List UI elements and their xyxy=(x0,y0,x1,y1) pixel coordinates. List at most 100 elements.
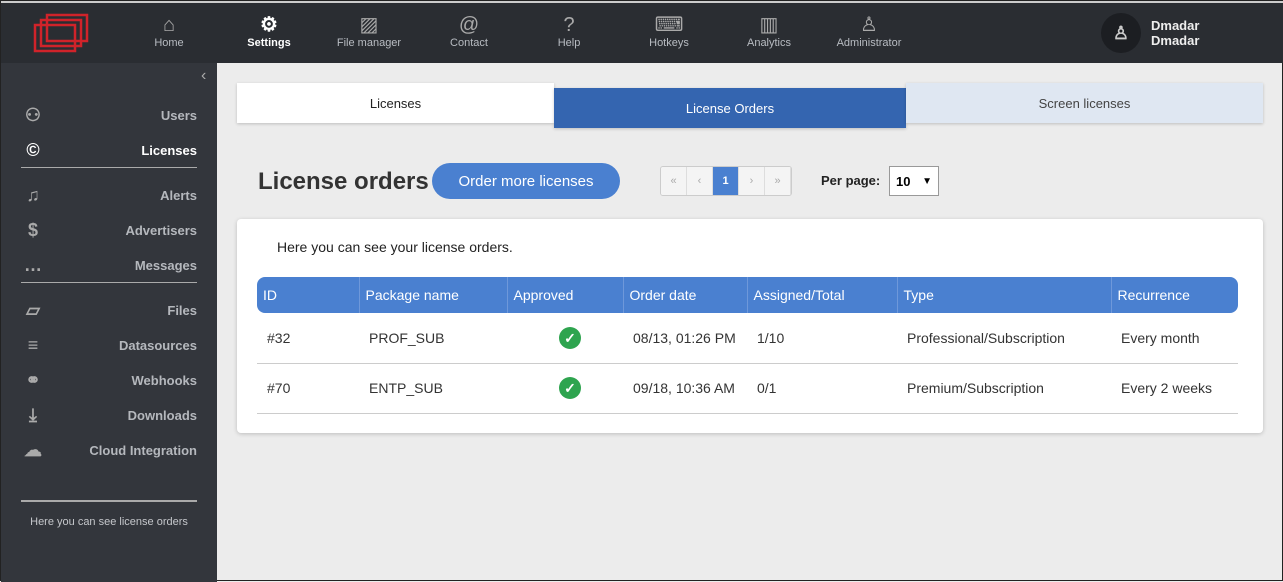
cloud-integration-icon: ☁ xyxy=(24,439,42,460)
home-icon: ⌂ xyxy=(162,14,176,36)
per-page-value: 10 xyxy=(896,173,911,189)
tab-licenses[interactable]: Licenses xyxy=(237,83,554,123)
sidebar-item-alerts[interactable]: ♫ Alerts xyxy=(21,183,197,207)
licenses-icon: © xyxy=(26,139,40,160)
table-row[interactable]: #32 PROF_SUB ✓ 08/13, 01:26 PM 1/10 Professio… xyxy=(257,313,1238,364)
sidebar-item-cloud-integration[interactable]: ☁ Cloud Integration xyxy=(21,438,197,462)
question-icon: ? xyxy=(563,14,575,36)
table-cell: ENTP_SUB xyxy=(359,363,507,414)
users-icon: ⚇ xyxy=(24,104,42,125)
nav-contact[interactable]: @ Contact xyxy=(419,13,519,49)
sidebar-item-label: Users xyxy=(160,107,197,123)
sidebar-item-label: Downloads xyxy=(127,407,197,423)
page-1-button[interactable]: 1 xyxy=(713,167,739,195)
sidebar-item-label: Licenses xyxy=(141,142,197,158)
nav-label: Analytics xyxy=(746,37,792,49)
column-header[interactable]: Order date xyxy=(623,277,748,313)
nav-help[interactable]: ? Help xyxy=(519,13,619,49)
sidebar-item-label: Advertisers xyxy=(125,222,197,238)
approved-cell: ✓ xyxy=(507,313,623,364)
sidebar-item-label: Datasources xyxy=(118,337,197,353)
caret-down-icon: ▼ xyxy=(922,175,932,187)
order-more-licenses-button[interactable]: Order more licenses xyxy=(432,163,620,199)
at-icon: @ xyxy=(458,14,480,36)
user-menu[interactable]: ♙ Dmadar Dmadar xyxy=(1101,13,1199,53)
sidebar-item-datasources[interactable]: ≡ Datasources xyxy=(21,333,197,357)
user-subname: Dmadar xyxy=(1151,33,1200,48)
per-page-label: Per page: xyxy=(821,173,881,188)
image-icon: ▨ xyxy=(359,14,379,36)
nav-hotkeys[interactable]: ⌨ Hotkeys xyxy=(619,13,719,49)
nav-label: Settings xyxy=(247,37,291,49)
check-circle-icon: ✓ xyxy=(559,326,581,349)
nav-label: File manager xyxy=(336,37,402,49)
divider xyxy=(21,167,197,168)
nav-analytics[interactable]: ▥ Analytics xyxy=(719,13,819,49)
tab-license-orders[interactable]: License Orders xyxy=(554,88,906,128)
sidebar-item-label: Webhooks xyxy=(131,372,198,388)
sidebar-item-advertisers[interactable]: $ Advertisers xyxy=(21,218,197,242)
table-cell: 0/1 xyxy=(747,363,897,414)
sidebar-item-files[interactable]: ▱ Files xyxy=(21,298,197,322)
column-header[interactable]: Recurrence xyxy=(1111,277,1238,313)
tabs: Licenses License Orders Screen licenses xyxy=(237,83,1263,128)
sidebar-item-licenses[interactable]: © Licenses xyxy=(21,138,197,162)
first-page-button[interactable]: « xyxy=(661,167,687,195)
nav-file-manager[interactable]: ▨ File manager xyxy=(319,13,419,49)
messages-icon: … xyxy=(24,254,42,275)
sidebar-item-webhooks[interactable]: ⚭ Webhooks xyxy=(21,368,197,392)
nav-settings[interactable]: ⚙ Settings xyxy=(219,13,319,49)
nav-label: Help xyxy=(557,37,581,49)
table-cell: PROF_SUB xyxy=(359,313,507,364)
table-cell: #70 xyxy=(257,363,359,414)
check-circle-icon: ✓ xyxy=(559,377,581,399)
table-row[interactable]: #70 ENTP_SUB ✓ 09/18, 10:36 AM 0/1 Premium/Su… xyxy=(257,363,1238,414)
nav-home[interactable]: ⌂ Home xyxy=(119,13,219,49)
table-cell: 08/13, 01:26 PM xyxy=(623,313,747,364)
person-icon: ♙ xyxy=(860,14,878,36)
alerts-icon: ♫ xyxy=(26,184,40,205)
sidebar-item-users[interactable]: ⚇ Users xyxy=(21,103,197,127)
prev-page-button[interactable]: ‹ xyxy=(687,167,713,195)
gear-icon: ⚙ xyxy=(260,14,278,36)
sidebar-footer-text: Here you can see license orders xyxy=(30,516,188,528)
sidebar-item-downloads[interactable]: ⤓ Downloads xyxy=(21,403,197,427)
column-header[interactable]: Assigned/Total xyxy=(747,277,898,313)
table-cell: 09/18, 10:36 AM xyxy=(623,363,747,414)
column-header[interactable]: Package name xyxy=(359,277,508,313)
nav-label: Contact xyxy=(450,37,488,49)
table-cell: Every 2 weeks xyxy=(1111,363,1238,414)
table-cell: Professional/Subscription xyxy=(897,313,1111,364)
sidebar-item-label: Alerts xyxy=(160,187,197,203)
top-bar: ⌂ Home ⚙ Settings ▨ File manager @ Contact? Help… xyxy=(1,1,1283,63)
sidebar-item-messages[interactable]: … Messages xyxy=(21,253,197,277)
tab-screen-licenses[interactable]: Screen licenses xyxy=(906,83,1263,123)
keyboard-icon: ⌨ xyxy=(654,14,684,36)
user-name: Dmadar xyxy=(1151,18,1200,33)
sidebar-item-label: Cloud Integration xyxy=(89,442,197,458)
table-cell: Every month xyxy=(1111,313,1238,364)
advertisers-icon: $ xyxy=(27,219,38,240)
page-title: License orders xyxy=(258,168,429,195)
webhooks-icon: ⚭ xyxy=(25,369,41,390)
table-cell: Premium/Subscription xyxy=(897,363,1111,414)
per-page-select[interactable]: 10 ▼ xyxy=(889,166,939,196)
datasources-icon: ≡ xyxy=(27,334,39,355)
column-header[interactable]: Type xyxy=(897,277,1112,313)
column-header[interactable]: ID xyxy=(257,277,360,313)
logo-icon[interactable] xyxy=(33,13,89,53)
downloads-icon: ⤓ xyxy=(29,404,37,425)
next-page-button[interactable]: › xyxy=(739,167,765,195)
chart-icon: ▥ xyxy=(759,14,779,36)
sidebar-item-label: Files xyxy=(167,302,197,318)
divider xyxy=(21,500,197,502)
nav-administrator[interactable]: ♙ Administrator xyxy=(819,13,919,49)
nav-label: Home xyxy=(154,37,184,49)
column-header[interactable]: Approved xyxy=(507,277,624,313)
nav-label: Administrator xyxy=(836,37,902,49)
collapse-sidebar-icon[interactable]: ‹ xyxy=(201,67,206,85)
files-icon: ▱ xyxy=(26,299,40,320)
last-page-button[interactable]: » xyxy=(765,167,791,195)
orders-description: Here you can see your license orders. xyxy=(277,239,513,255)
divider xyxy=(21,282,197,283)
